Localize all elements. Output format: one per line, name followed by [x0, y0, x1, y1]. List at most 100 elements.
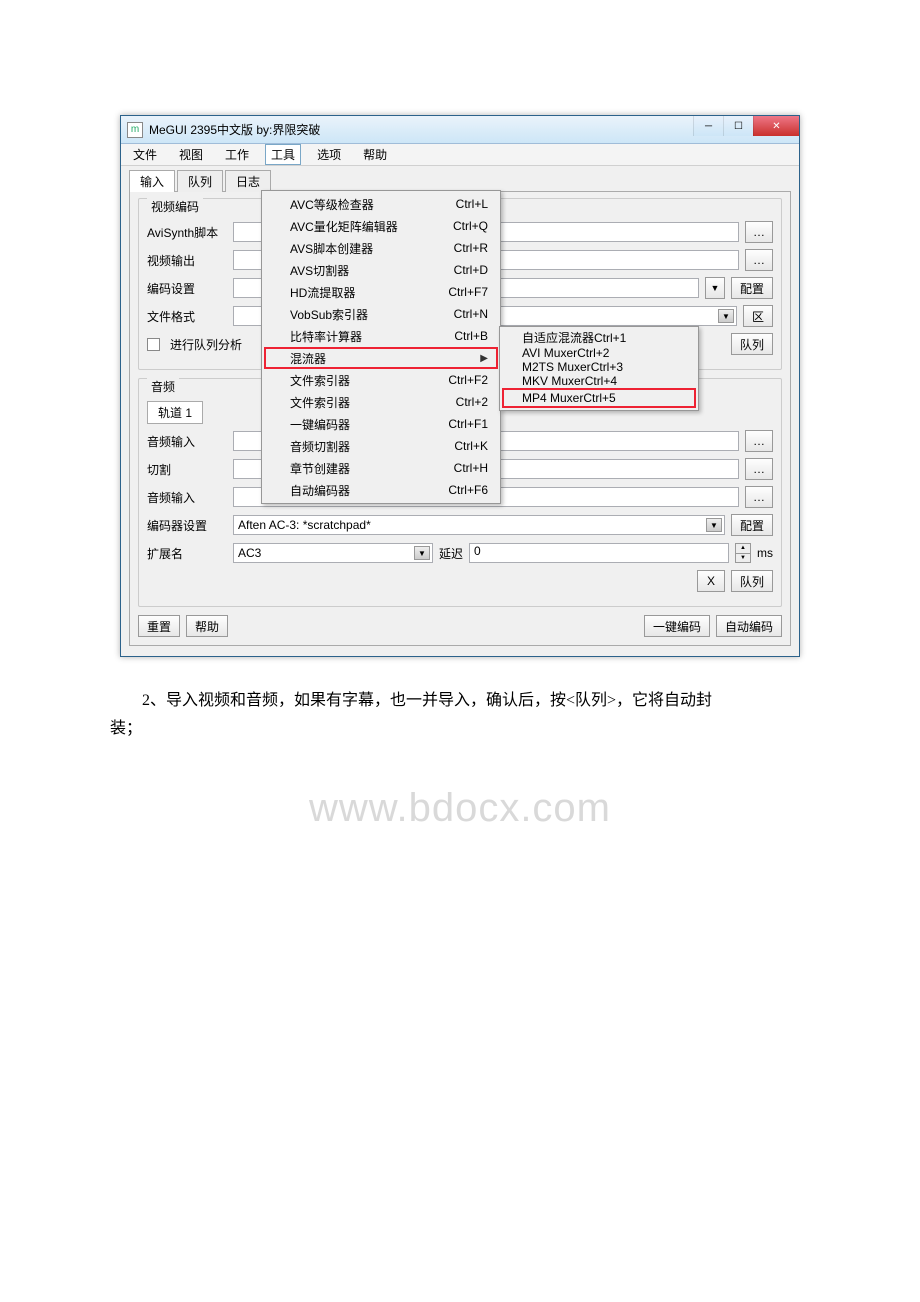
menu-item-label: 音频切割器	[290, 438, 350, 455]
encode-settings-label: 编码设置	[147, 280, 227, 297]
video-area-button[interactable]: 区	[743, 305, 773, 327]
audio-cut-label: 切割	[147, 461, 227, 478]
menu-view[interactable]: 视图	[173, 144, 209, 165]
submenu-item-shortcut: Ctrl+3	[591, 360, 623, 374]
audio-ext-label: 扩展名	[147, 545, 227, 562]
audio-input-label: 音频输入	[147, 433, 227, 450]
audio-ext-select[interactable]: AC3 ▼	[233, 543, 433, 563]
menu-item-shortcut: Ctrl+F6	[448, 483, 488, 497]
submenu-item-label: AVI Muxer	[522, 346, 577, 360]
menu-item-label: HD流提取器	[290, 284, 355, 301]
title-bar: m MeGUI 2395中文版 by:界限突破 ─ ☐ ✕	[121, 116, 799, 144]
minimize-button[interactable]: ─	[693, 116, 723, 136]
chevron-down-icon: ▼	[711, 283, 720, 293]
audio-ext-value: AC3	[238, 546, 261, 560]
spinner-down-icon[interactable]: ▼	[736, 554, 750, 563]
menu-item-shortcut: Ctrl+R	[454, 241, 488, 255]
doc-line-1: 2、导入视频和音频，如果有字幕，也一并导入，确认后，按<队列>，它将自动封	[110, 687, 810, 715]
window-title: MeGUI 2395中文版 by:界限突破	[149, 121, 320, 138]
tools-menu-item[interactable]: 自动编码器 Ctrl+F6	[264, 479, 498, 501]
menu-item-label: 一键编码器	[290, 416, 350, 433]
menu-work[interactable]: 工作	[219, 144, 255, 165]
tools-menu-item[interactable]: AVC等级检查器Ctrl+L	[264, 193, 498, 215]
audio-queue-button[interactable]: 队列	[731, 570, 773, 592]
tools-menu-item[interactable]: AVC量化矩阵编辑器Ctrl+Q	[264, 215, 498, 237]
queue-analysis-label: 进行队列分析	[170, 336, 242, 353]
one-click-encode-button[interactable]: 一键编码	[644, 615, 710, 637]
submenu-item-shortcut: Ctrl+1	[594, 331, 626, 345]
tools-menu-item[interactable]: 文件索引器Ctrl+2	[264, 391, 498, 413]
encode-settings-dropdown-button[interactable]: ▼	[705, 277, 725, 299]
video-output-label: 视频输出	[147, 252, 227, 269]
video-queue-button[interactable]: 队列	[731, 333, 773, 355]
audio-x-button[interactable]: X	[697, 570, 725, 592]
avisynth-label: AviSynth脚本	[147, 224, 227, 241]
menu-item-label: 混流器	[290, 350, 326, 367]
tab-queue[interactable]: 队列	[177, 170, 223, 192]
auto-encode-button[interactable]: 自动编码	[716, 615, 782, 637]
audio-input2-browse-button[interactable]: …	[745, 486, 773, 508]
submenu-item-shortcut: Ctrl+2	[577, 346, 609, 360]
tools-menu-item[interactable]: AVS切割器 Ctrl+D	[264, 259, 498, 281]
menu-options[interactable]: 选项	[311, 144, 347, 165]
menu-tools[interactable]: 工具	[265, 144, 301, 165]
menu-item-shortcut: Ctrl+D	[454, 263, 488, 277]
tools-menu-item[interactable]: HD流提取器 Ctrl+F7	[264, 281, 498, 303]
menu-item-shortcut: Ctrl+2	[456, 395, 488, 409]
tools-menu-item[interactable]: 比特率计算器Ctrl+B	[264, 325, 498, 347]
chevron-down-icon: ▼	[706, 518, 722, 532]
menu-item-label: AVC量化矩阵编辑器	[290, 218, 398, 235]
menu-item-label: 章节创建器	[290, 460, 350, 477]
submenu-item-label: 自适应混流器	[522, 331, 594, 345]
tools-menu-item[interactable]: 混流器▶	[264, 347, 498, 369]
muxer-submenu-item[interactable]: M2TS MuxerCtrl+3	[502, 360, 696, 374]
menu-item-label: AVS切割器	[290, 262, 349, 279]
audio-cut-browse-button[interactable]: …	[745, 458, 773, 480]
submenu-item-shortcut: Ctrl+4	[585, 374, 617, 388]
delay-input[interactable]: 0	[469, 543, 729, 563]
muxer-submenu-item[interactable]: MP4 MuxerCtrl+5	[502, 388, 696, 408]
audio-config-button[interactable]: 配置	[731, 514, 773, 536]
video-output-browse-button[interactable]: …	[745, 249, 773, 271]
audio-encoder-select[interactable]: Aften AC-3: *scratchpad* ▼	[233, 515, 725, 535]
tools-dropdown: AVC等级检查器Ctrl+LAVC量化矩阵编辑器Ctrl+Q AVS脚本创建器 Ct…	[261, 190, 501, 504]
file-format-label: 文件格式	[147, 308, 227, 325]
tools-menu-item[interactable]: 音频切割器Ctrl+K	[264, 435, 498, 457]
tab-input[interactable]: 输入	[129, 170, 175, 192]
delay-spinner[interactable]: ▲▼	[735, 543, 751, 563]
audio-input-browse-button[interactable]: …	[745, 430, 773, 452]
watermark: www.bdocx.com	[309, 786, 611, 831]
menu-item-label: 自动编码器	[290, 482, 350, 499]
close-button[interactable]: ✕	[753, 116, 799, 136]
tools-menu-item[interactable]: VobSub索引器Ctrl+N	[264, 303, 498, 325]
muxer-submenu-item[interactable]: AVI MuxerCtrl+2	[502, 346, 696, 360]
audio-track-tab[interactable]: 轨道 1	[147, 401, 203, 424]
window-controls: ─ ☐ ✕	[693, 116, 799, 136]
tools-menu-item[interactable]: 文件索引器Ctrl+F2	[264, 369, 498, 391]
help-button[interactable]: 帮助	[186, 615, 228, 637]
muxer-submenu: 自适应混流器Ctrl+1AVI MuxerCtrl+2M2TS MuxerCtr…	[499, 326, 699, 411]
menu-help[interactable]: 帮助	[357, 144, 393, 165]
video-config-button[interactable]: 配置	[731, 277, 773, 299]
queue-analysis-checkbox[interactable]	[147, 338, 160, 351]
tools-menu-item[interactable]: AVS脚本创建器 Ctrl+R	[264, 237, 498, 259]
video-group-title: 视频编码	[147, 198, 203, 215]
submenu-item-shortcut: Ctrl+5	[583, 391, 615, 405]
muxer-submenu-item[interactable]: MKV MuxerCtrl+4	[502, 374, 696, 388]
muxer-submenu-item[interactable]: 自适应混流器Ctrl+1	[502, 329, 696, 346]
menu-bar: 文件 视图 工作 工具 选项 帮助	[121, 144, 799, 166]
avisynth-browse-button[interactable]: …	[745, 221, 773, 243]
tools-menu-item[interactable]: 一键编码器Ctrl+F1	[264, 413, 498, 435]
maximize-button[interactable]: ☐	[723, 116, 753, 136]
tab-log[interactable]: 日志	[225, 170, 271, 192]
menu-item-shortcut: Ctrl+F7	[448, 285, 488, 299]
tools-menu-item[interactable]: 章节创建器Ctrl+H	[264, 457, 498, 479]
menu-item-label: AVS脚本创建器	[290, 240, 373, 257]
reset-button[interactable]: 重置	[138, 615, 180, 637]
submenu-item-label: M2TS Muxer	[522, 360, 591, 374]
menu-item-shortcut: Ctrl+L	[456, 197, 488, 211]
spinner-up-icon[interactable]: ▲	[736, 544, 750, 554]
menu-item-shortcut: Ctrl+F2	[448, 373, 488, 387]
submenu-item-label: MP4 Muxer	[522, 391, 583, 405]
menu-file[interactable]: 文件	[127, 144, 163, 165]
